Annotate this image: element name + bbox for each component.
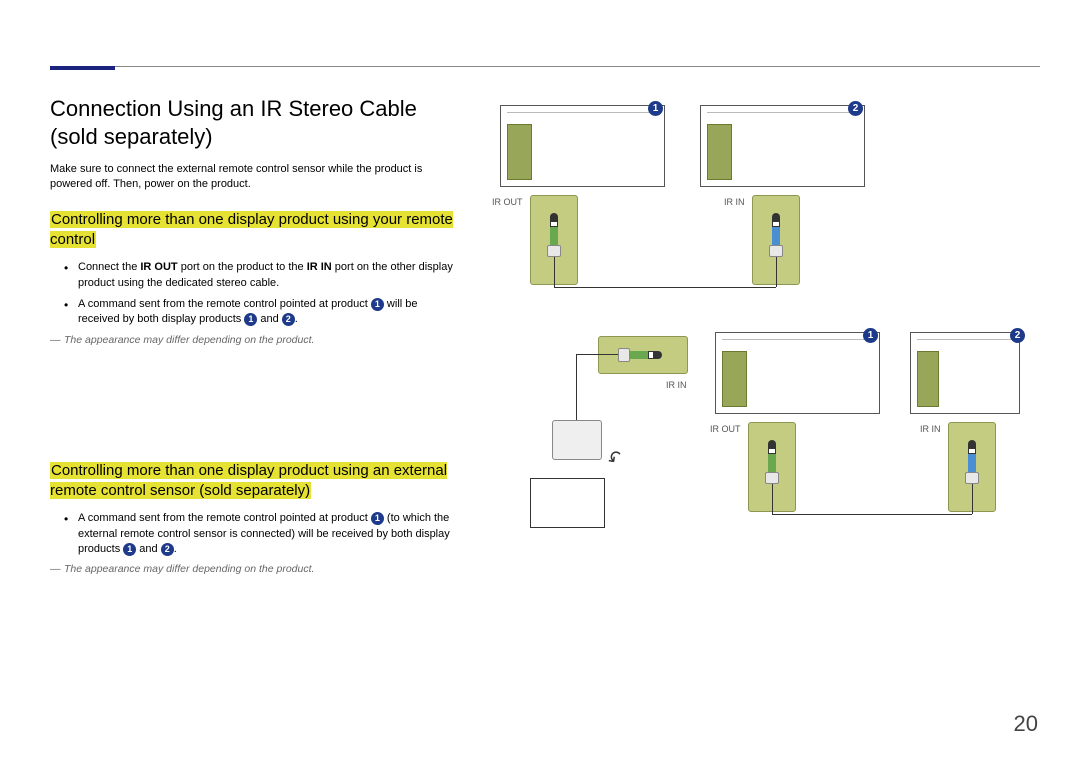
highlight-text: Controlling more than one display produc…: [50, 211, 453, 248]
cable-line: [772, 514, 972, 515]
display-box-2: [700, 105, 865, 187]
badge-2-icon: 2: [1010, 328, 1025, 343]
page-content: Connection Using an IR Stereo Cable (sol…: [50, 95, 1040, 579]
port-region: [507, 124, 532, 180]
jack-green-icon: [765, 440, 779, 484]
display-box-1: [500, 105, 665, 187]
badge-2-icon: 2: [282, 313, 295, 326]
bullet-item: Connect the IR OUT port on the product t…: [78, 260, 460, 291]
bullet-item: A command sent from the remote control p…: [78, 511, 460, 557]
display-box-2: [910, 332, 1020, 414]
page-number: 20: [1014, 711, 1038, 737]
cable-line: [554, 257, 555, 287]
text: A command sent from the remote control p…: [78, 298, 371, 310]
ir-in-label: IR IN: [666, 380, 687, 390]
jack-blue-icon: [965, 440, 979, 484]
port-region: [917, 351, 939, 407]
ir-in-label: IR IN: [920, 424, 941, 434]
text: port on the product to the: [178, 261, 307, 273]
cable-line: [772, 484, 773, 514]
intro-text: Make sure to connect the external remote…: [50, 162, 460, 192]
note-text: The appearance may differ depending on t…: [50, 334, 460, 346]
sub-heading-2: Controlling more than one display produc…: [50, 461, 460, 502]
right-column: 1 2 IR OUT IR IN: [490, 95, 1040, 579]
bold-text: IR OUT: [140, 261, 177, 273]
text: .: [174, 543, 177, 555]
header-rule: [50, 66, 1040, 67]
port-region: [722, 351, 747, 407]
jack-blue-icon: [769, 213, 783, 257]
badge-2-icon: 2: [848, 101, 863, 116]
cable-line: [972, 484, 973, 514]
accent-bar: [50, 66, 115, 70]
ir-sensor-icon: [552, 420, 602, 460]
badge-1-icon: 1: [123, 543, 136, 556]
ir-out-label: IR OUT: [710, 424, 741, 434]
cable-line: [554, 287, 776, 288]
text: .: [295, 313, 298, 325]
diagram-1: 1 2 IR OUT IR IN: [490, 95, 1040, 310]
note-text: The appearance may differ depending on t…: [50, 563, 460, 575]
text: A command sent from the remote control p…: [78, 512, 371, 524]
jack-green-horiz-icon: [618, 348, 662, 362]
ir-in-label: IR IN: [724, 197, 745, 207]
port-region: [707, 124, 732, 180]
section-title: Connection Using an IR Stereo Cable (sol…: [50, 95, 460, 150]
text: and: [136, 543, 160, 555]
cable-line: [576, 354, 618, 355]
badge-1-icon: 1: [371, 298, 384, 311]
ir-out-label: IR OUT: [492, 197, 523, 207]
bullet-list-1: Connect the IR OUT port on the product t…: [50, 260, 460, 328]
badge-1-icon: 1: [648, 101, 663, 116]
sub-heading-1: Controlling more than one display produc…: [50, 210, 460, 251]
bullet-item: A command sent from the remote control p…: [78, 297, 460, 328]
text: Connect the: [78, 261, 140, 273]
section-2: Controlling more than one display produc…: [50, 461, 460, 576]
display-box-1: [715, 332, 880, 414]
cable-line: [776, 257, 777, 287]
remote-control-icon: [530, 478, 605, 528]
bullet-list-2: A command sent from the remote control p…: [50, 511, 460, 557]
highlight-text: Controlling more than one display produc…: [50, 462, 447, 499]
jack-green-icon: [547, 213, 561, 257]
cable-line: [576, 354, 577, 420]
badge-2-icon: 2: [161, 543, 174, 556]
text: and: [257, 313, 281, 325]
badge-1-icon: 1: [371, 512, 384, 525]
arrow-icon: ↶: [603, 446, 627, 472]
left-column: Connection Using an IR Stereo Cable (sol…: [50, 95, 460, 579]
diagram-2: 1 2 IR IN ↶ IR OUT IR IN: [490, 328, 1040, 578]
badge-1-icon: 1: [244, 313, 257, 326]
bold-text: IR IN: [307, 261, 332, 273]
badge-1-icon: 1: [863, 328, 878, 343]
